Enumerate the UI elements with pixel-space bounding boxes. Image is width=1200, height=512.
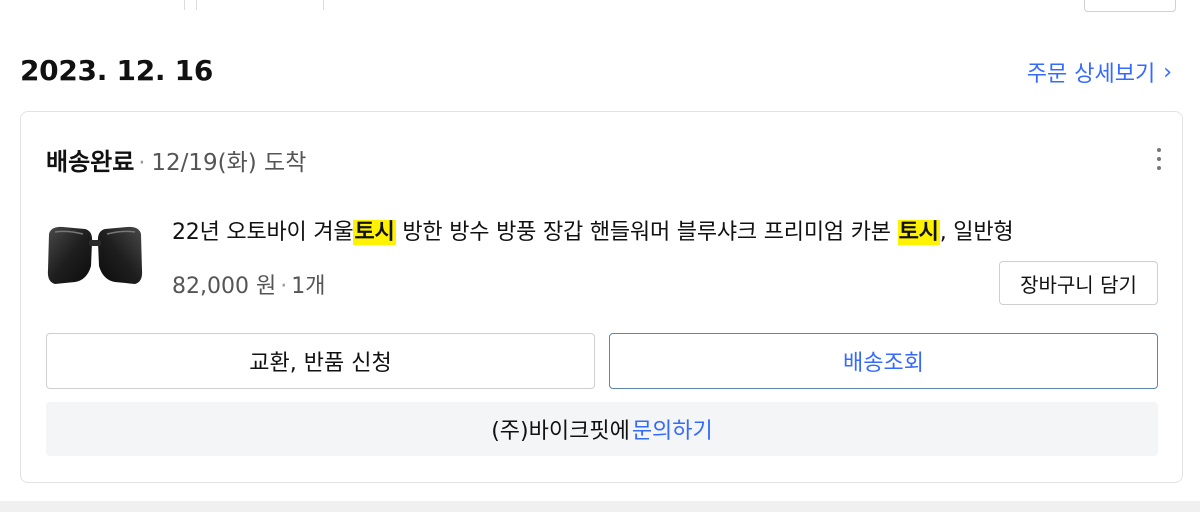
order-detail-label: 주문 상세보기 [1026, 62, 1156, 87]
product-name-highlight: 토시 [897, 220, 940, 245]
status-separator: · [138, 151, 146, 176]
delivery-status: 배송완료 [46, 148, 135, 176]
dot [1157, 157, 1161, 161]
product-name-part: 방한 방수 방풍 장갑 핸들워머 블루샤크 프리미엄 카본 [395, 220, 898, 245]
seller-name: (주)바이크핏에 [491, 419, 630, 444]
product-quantity: 1개 [291, 274, 326, 299]
product-price: 82,000 원 [172, 274, 277, 299]
product-name-part: , 일반형 [939, 220, 1014, 245]
track-delivery-button[interactable]: 배송조회 [609, 333, 1158, 389]
top-button-edge[interactable] [1084, 0, 1176, 12]
price-row: 82,000 원 · 1개 [172, 268, 325, 300]
product-name-highlight: 토시 [353, 220, 396, 245]
order-card: 배송완료 · 12/19(화) 도착 22년 오토바이 겨울토시 방한 방수 방… [20, 111, 1183, 483]
dot [1157, 166, 1161, 170]
arrival-date: 12/19(화) 도착 [151, 150, 307, 176]
chevron-right-icon: › [1163, 59, 1172, 85]
dot [1157, 148, 1161, 152]
product-name[interactable]: 22년 오토바이 겨울토시 방한 방수 방풍 장갑 핸들워머 블루샤크 프리미엄… [172, 214, 1162, 246]
product-thumbnail[interactable] [45, 222, 145, 294]
top-strip [0, 0, 1200, 14]
exchange-return-button[interactable]: 교환, 반품 신청 [46, 333, 595, 389]
tab-divider [196, 0, 197, 10]
shipment-status-row: 배송완료 · 12/19(화) 도착 [46, 142, 306, 177]
inquiry-link[interactable]: 문의하기 [632, 413, 713, 445]
order-detail-link[interactable]: 주문 상세보기 › [1027, 56, 1172, 88]
tab-divider [323, 0, 324, 10]
tab-divider [184, 0, 185, 10]
product-name-part: 22년 오토바이 겨울 [172, 220, 354, 245]
order-date: 2023. 12. 16 [20, 54, 214, 87]
add-to-cart-button[interactable]: 장바구니 담기 [999, 261, 1158, 305]
section-divider [0, 501, 1200, 512]
seller-inquiry-bar: (주)바이크핏에 문의하기 [46, 402, 1158, 456]
more-vertical-icon[interactable] [1150, 142, 1168, 176]
price-separator: · [280, 274, 288, 299]
